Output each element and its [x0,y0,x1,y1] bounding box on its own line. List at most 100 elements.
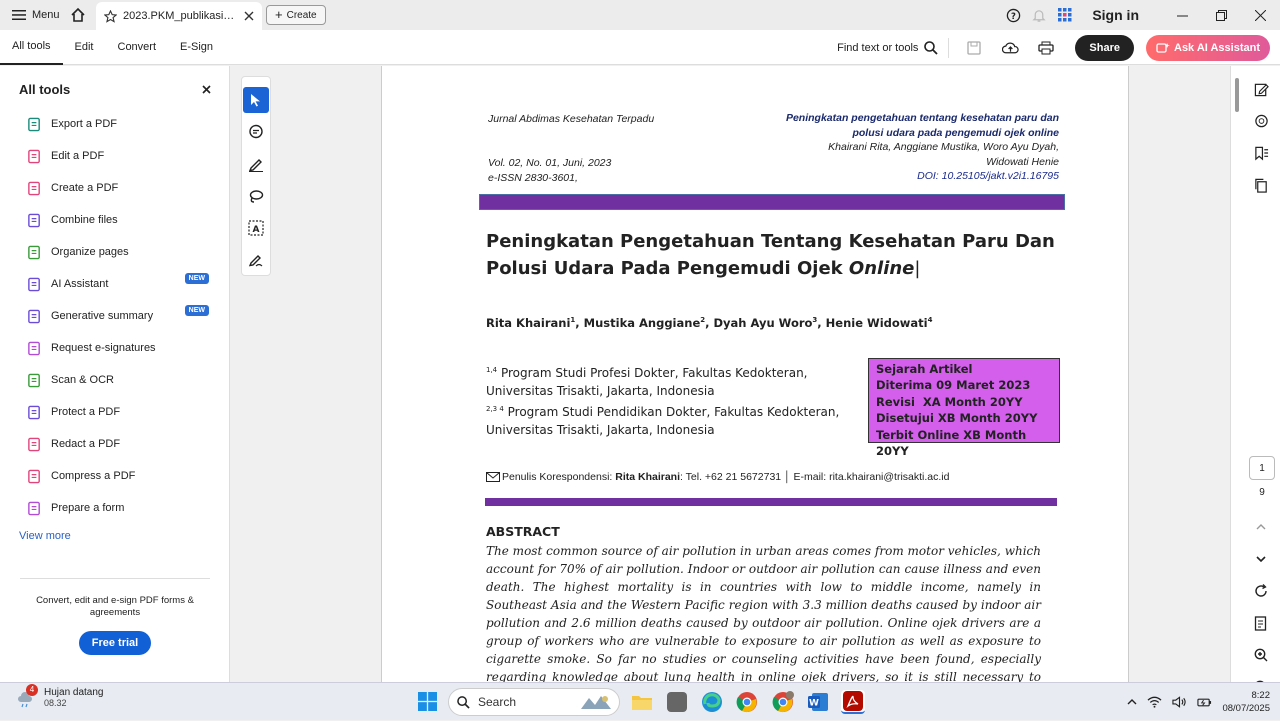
clock-time: 8:22 [1251,690,1271,701]
home-button[interactable] [64,0,92,30]
print-button[interactable] [1031,33,1061,63]
tool-item-request-e-signatures[interactable]: Request e-signatures [0,332,229,364]
view-more-link[interactable]: View more [0,530,229,542]
tool-item-generative-summary[interactable]: Generative summary NEW [0,300,229,332]
apps-button[interactable] [1052,0,1078,30]
free-trial-button[interactable]: Free trial [78,631,152,655]
comment-tool-button[interactable] [243,119,269,145]
edge-app[interactable] [700,690,724,714]
combine-files-icon [26,212,42,228]
svg-text:W: W [809,699,819,709]
next-page-button[interactable] [1246,544,1276,574]
menu-button[interactable]: Menu [0,0,72,30]
tool-item-edit-a-pdf[interactable]: Edit a PDF [0,140,229,172]
tool-item-prepare-a-form[interactable]: Prepare a form [0,492,229,524]
affiliation-1: Program Studi Profesi Dokter, Fakultas K… [486,366,808,398]
chrome-app[interactable] [735,690,759,714]
close-panel-icon[interactable] [202,84,211,94]
text-recognition-tool-button[interactable]: A [243,215,269,241]
save-button[interactable] [959,33,989,63]
notifications-button[interactable] [1026,0,1052,30]
tab-all-tools[interactable]: All tools [0,30,63,65]
weather-widget[interactable]: 4 Hujan datang 08.32 [16,683,104,708]
pages-rail-button[interactable] [1246,170,1276,200]
wifi-icon[interactable] [1147,696,1162,708]
article-history-box: Sejarah Artikel Diterima 09 Maret 2023 R… [868,358,1060,458]
menu-label: Menu [32,9,60,21]
system-tray: 8:22 08/07/2025 [1127,683,1270,721]
corresp-label: Penulis Korespondensi: [502,471,616,483]
draw-tool-button[interactable] [243,183,269,209]
tool-item-combine-files[interactable]: Combine files [0,204,229,236]
word-app[interactable]: W [806,690,830,714]
scrollbar-thumb[interactable] [1235,78,1239,112]
tool-item-compress-a-pdf[interactable]: Compress a PDF [0,460,229,492]
home-icon [71,7,85,22]
journal-volume: Vol. 02, No. 01, Juni, 2023 [488,157,612,169]
help-button[interactable]: ? [1000,0,1026,30]
file-explorer-app[interactable] [630,690,654,714]
search-icon [924,40,939,55]
create-button[interactable]: + Create [266,5,326,25]
hamburger-icon [12,10,26,20]
save-icon [967,40,982,55]
article-title-italic: Online [848,258,915,279]
tool-item-scan-ocr[interactable]: Scan & OCR [0,364,229,396]
chrome-profile-app[interactable] [771,690,795,714]
journal-header-left: Jurnal Abdimas Kesehatan Terpadu Vol. 02… [488,112,654,186]
current-page-field[interactable]: 1 [1249,456,1275,480]
tool-item-protect-a-pdf[interactable]: Protect a PDF [0,396,229,428]
tab-convert[interactable]: Convert [106,30,169,65]
tray-chevron-up-icon[interactable] [1127,699,1137,705]
minimize-button[interactable] [1163,0,1202,30]
edit-pdf-rail-button[interactable] [1246,74,1276,104]
sign-in-button[interactable]: Sign in [1092,7,1139,23]
close-window-button[interactable] [1241,0,1280,30]
restore-icon [1216,9,1227,21]
volume-icon[interactable] [1172,696,1187,708]
pdf-page[interactable]: Jurnal Abdimas Kesehatan Terpadu Vol. 02… [381,66,1129,682]
bookmarks-rail-button[interactable] [1246,138,1276,168]
acrobat-app[interactable] [841,690,865,714]
edge-browser-icon [702,692,722,712]
tool-item-ai-assistant[interactable]: AI Assistant NEW [0,268,229,300]
highlight-tool-button[interactable] [243,151,269,177]
history-line: Sejarah Artikel [876,362,973,376]
page-fit-button[interactable] [1246,608,1276,638]
restore-button[interactable] [1202,0,1241,30]
document-tab[interactable]: 2023.PKM_publikasi_oj... [96,2,262,30]
tool-item-label: Prepare a form [51,502,125,514]
tool-item-organize-pages[interactable]: Organize pages [0,236,229,268]
minimize-icon [1177,15,1188,16]
sign-tool-button[interactable] [243,247,269,273]
select-tool-button[interactable] [243,87,269,113]
tool-item-redact-a-pdf[interactable]: Redact a PDF [0,428,229,460]
close-tab-icon[interactable] [244,11,254,21]
prepare-form-icon [26,500,42,516]
total-pages: 9 [1259,487,1265,498]
rotate-button[interactable] [1246,576,1276,606]
upload-button[interactable] [995,33,1025,63]
panel-header: All tools [0,66,229,100]
journal-name: Jurnal Abdimas Kesehatan Terpadu [488,113,655,125]
taskbar-search[interactable]: Search [448,688,620,716]
chrome-browser-icon [736,692,757,713]
start-button[interactable] [418,692,437,716]
find-text-button[interactable]: Find text or tools [837,37,950,58]
tool-item-label: Organize pages [51,246,129,258]
affiliation-1-sup: 1,4 [486,366,498,374]
tool-item-export-a-pdf[interactable]: Export a PDF [0,108,229,140]
ask-ai-assistant-button[interactable]: Ask AI Assistant [1146,34,1270,61]
tab-edit[interactable]: Edit [63,30,106,65]
previous-page-button[interactable] [1246,512,1276,542]
battery-icon[interactable] [1197,696,1212,708]
comments-rail-button[interactable] [1246,106,1276,136]
tool-item-create-a-pdf[interactable]: Create a PDF [0,172,229,204]
share-button[interactable]: Share [1075,34,1134,61]
generic-app[interactable] [665,690,689,714]
zoom-in-button[interactable] [1246,640,1276,670]
tab-e-sign[interactable]: E-Sign [168,30,225,65]
history-line: Disetujui XB Month 20YY [876,411,1038,426]
clock[interactable]: 8:22 08/07/2025 [1222,689,1270,715]
star-icon[interactable] [104,9,117,23]
